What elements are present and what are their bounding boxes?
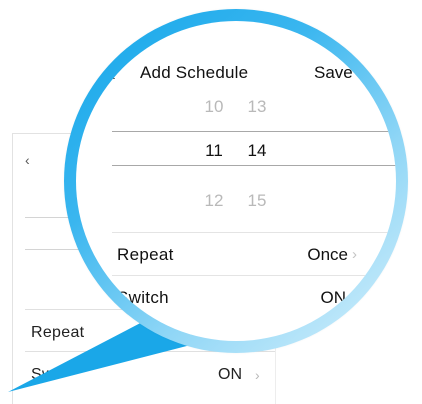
repeat-chevron-right-icon[interactable]: › <box>352 246 357 263</box>
magnified-screen: ‹ Add Schedule Save 10 13 11 14 12 15 Re… <box>76 21 396 341</box>
background-back-icon[interactable]: ‹ <box>25 152 30 168</box>
picker-hour-option[interactable]: 10 <box>199 97 229 117</box>
page-title: Add Schedule <box>140 63 249 82</box>
magnifier-lens: ‹ Add Schedule Save 10 13 11 14 12 15 Re… <box>76 21 396 341</box>
picker-minute-selected[interactable]: 14 <box>242 141 272 161</box>
background-switch-value[interactable]: ON <box>218 366 242 384</box>
background-switch-label[interactable]: Swi <box>31 366 58 384</box>
picker-minute-option[interactable]: 13 <box>242 97 272 117</box>
row-divider <box>112 232 396 233</box>
background-chevron-right-icon: › <box>255 367 260 383</box>
switch-label[interactable]: Switch <box>117 288 169 308</box>
repeat-value[interactable]: Once <box>286 245 348 265</box>
switch-chevron-right-icon[interactable]: › <box>352 289 357 306</box>
repeat-label[interactable]: Repeat <box>117 245 174 265</box>
magnified-screenshot: ‹ Repeat Swi ON › ‹ Add Schedule Save 10… <box>0 0 422 404</box>
picker-selection-line-top <box>112 131 396 132</box>
switch-value[interactable]: ON <box>298 288 347 308</box>
picker-hour-option[interactable]: 12 <box>199 191 229 211</box>
save-button[interactable]: Save <box>314 63 353 83</box>
row-divider <box>112 275 396 276</box>
picker-minute-option[interactable]: 15 <box>242 191 272 211</box>
picker-hour-selected[interactable]: 11 <box>199 141 229 161</box>
picker-selection-line-bottom <box>112 165 396 166</box>
back-icon[interactable]: ‹ <box>110 65 116 85</box>
